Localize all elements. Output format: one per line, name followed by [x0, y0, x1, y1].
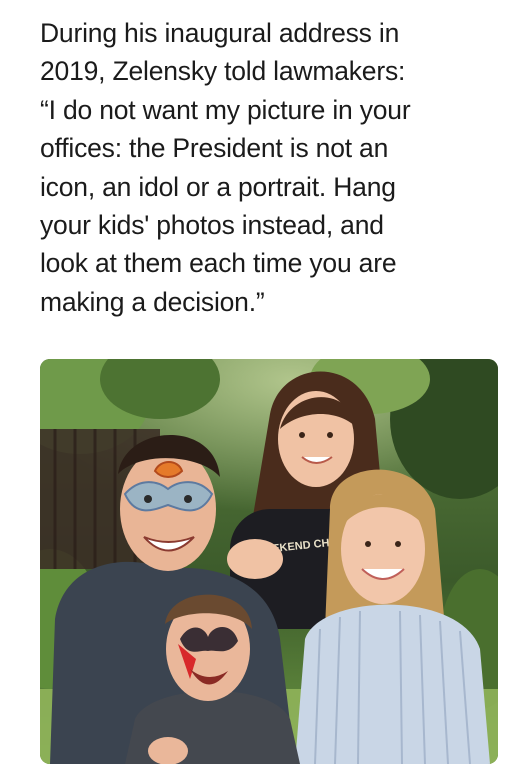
- caption-line: your kids' photos instead, and: [40, 210, 384, 241]
- family-photo-illustration: WEEKEND CHEER: [40, 359, 498, 764]
- caption-line: “I do not want my picture in your: [40, 94, 411, 125]
- caption-line: 2019, Zelensky told lawmakers:: [40, 56, 406, 87]
- caption-line: During his inaugural address in: [40, 18, 400, 48]
- caption-line: look at them each time you are: [40, 248, 397, 279]
- caption-text: During his inaugural address in 2019, Ze…: [40, 14, 500, 321]
- caption-line: icon, an idol or a portrait. Hang: [40, 171, 396, 202]
- caption-line: offices: the President is not an: [40, 133, 389, 164]
- caption-line: making a decision.”: [40, 286, 265, 317]
- family-photo: WEEKEND CHEER: [40, 359, 498, 764]
